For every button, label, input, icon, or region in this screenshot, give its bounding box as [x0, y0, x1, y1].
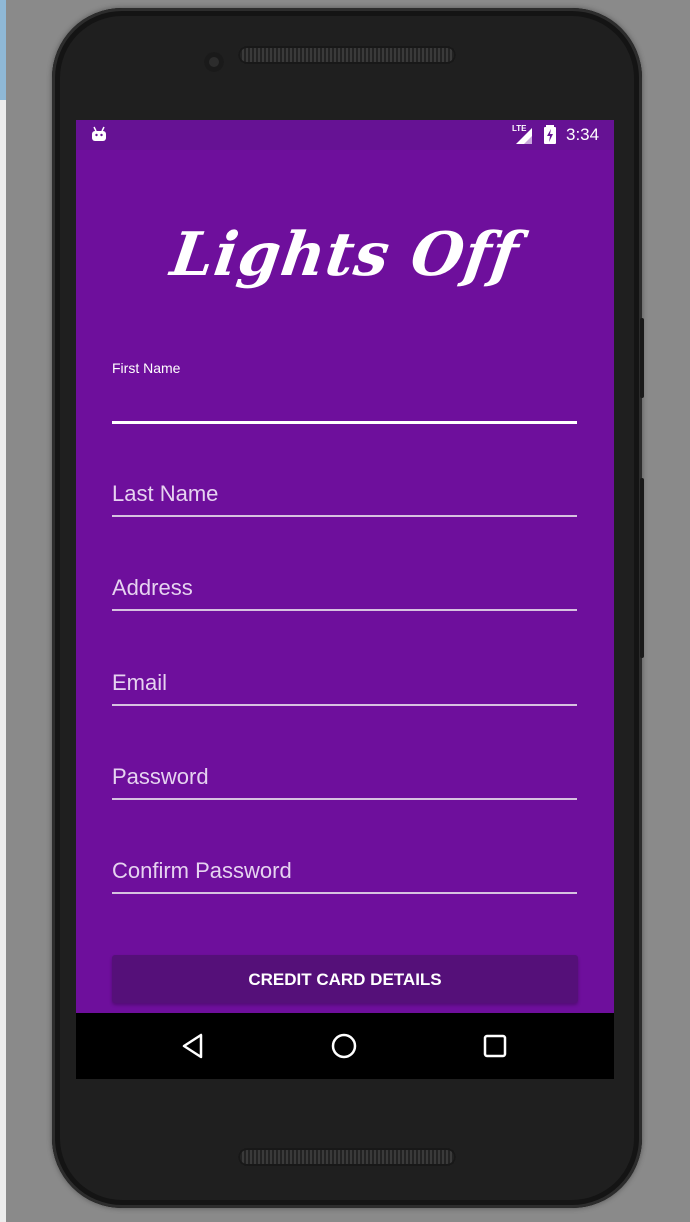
- email-label: Email: [112, 670, 168, 695]
- volume-button: [640, 478, 644, 658]
- password-field[interactable]: Password: [112, 753, 577, 800]
- email-underline: [112, 704, 577, 706]
- battery-charging-icon: [544, 125, 556, 144]
- first-name-underline: [112, 421, 577, 424]
- recents-icon[interactable]: [479, 1030, 511, 1062]
- front-camera: [204, 52, 224, 72]
- confirm-password-underline: [112, 892, 577, 894]
- credit-card-details-button[interactable]: CREDIT CARD DETAILS: [112, 955, 578, 1003]
- desktop-background: [0, 0, 6, 1222]
- confirm-password-field[interactable]: Confirm Password: [112, 847, 577, 894]
- first-name-field[interactable]: First Name: [112, 360, 577, 424]
- password-label: Password: [112, 764, 209, 789]
- signal-icon: [516, 128, 532, 144]
- password-underline: [112, 798, 577, 800]
- address-underline: [112, 609, 577, 611]
- power-button: [640, 318, 644, 398]
- bottom-speaker: [238, 1148, 456, 1166]
- top-speaker: [238, 46, 456, 64]
- desktop-edge: [0, 0, 6, 100]
- back-icon[interactable]: [177, 1030, 209, 1062]
- last-name-underline: [112, 515, 577, 517]
- status-bar: LTE 3:34: [76, 120, 614, 150]
- navigation-bar: [76, 1013, 614, 1079]
- confirm-password-label: Confirm Password: [112, 858, 292, 883]
- email-field[interactable]: Email: [112, 659, 577, 706]
- address-label: Address: [112, 575, 193, 600]
- app-screen: LTE 3:34 Lights Off First Name Last Name…: [76, 120, 614, 1079]
- last-name-label: Last Name: [112, 481, 219, 506]
- address-field[interactable]: Address: [112, 564, 577, 611]
- last-name-field[interactable]: Last Name: [112, 470, 577, 517]
- android-notification-icon: [92, 126, 106, 141]
- status-clock: 3:34: [566, 125, 600, 144]
- first-name-label: First Name: [112, 360, 181, 376]
- home-icon[interactable]: [328, 1030, 360, 1062]
- app-logo: Lights Off: [166, 220, 524, 290]
